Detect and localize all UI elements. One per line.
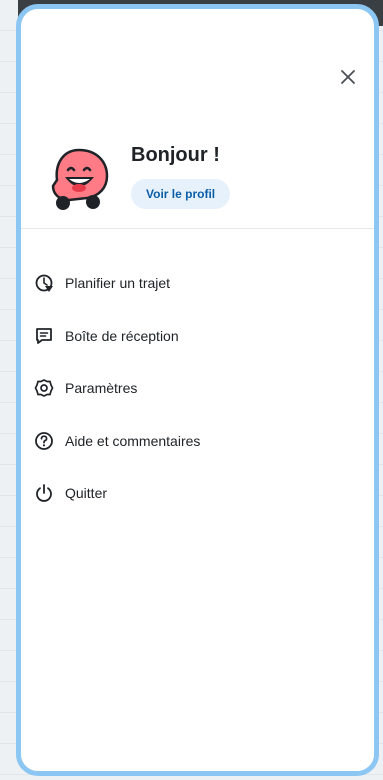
greeting-text: Bonjour ! (131, 144, 220, 166)
menu-item-label: Aide et commentaires (65, 432, 201, 449)
menu-item-inbox[interactable]: Boîte de réception (21, 310, 374, 363)
menu-item-settings[interactable]: Paramètres (21, 362, 374, 415)
waze-avatar-icon (51, 148, 109, 210)
menu-item-label: Paramètres (65, 380, 138, 397)
inbox-icon (33, 325, 55, 347)
menu-item-plan-drive[interactable]: Planifier un trajet (21, 257, 374, 310)
avatar[interactable] (49, 146, 111, 212)
menu-item-label: Boîte de réception (65, 327, 179, 344)
settings-icon (33, 377, 55, 399)
planned-drive-icon (33, 272, 55, 294)
view-profile-button[interactable]: Voir le profil (131, 179, 231, 209)
drawer-menu: Planifier un trajet Boîte de réception P… (21, 257, 374, 520)
close-icon (341, 70, 355, 84)
help-icon (33, 430, 55, 452)
power-icon (33, 482, 55, 504)
drawer-panel: Bonjour ! Voir le profil Planifier un tr… (21, 29, 374, 771)
menu-item-label: Planifier un trajet (65, 275, 171, 292)
close-button[interactable] (330, 59, 366, 95)
menu-item-help[interactable]: Aide et commentaires (21, 415, 374, 468)
menu-item-label: Quitter (65, 485, 108, 502)
profile-header: Bonjour ! Voir le profil (21, 124, 374, 229)
menu-item-quit[interactable]: Quitter (21, 467, 374, 520)
side-drawer: Bonjour ! Voir le profil Planifier un tr… (16, 4, 379, 776)
